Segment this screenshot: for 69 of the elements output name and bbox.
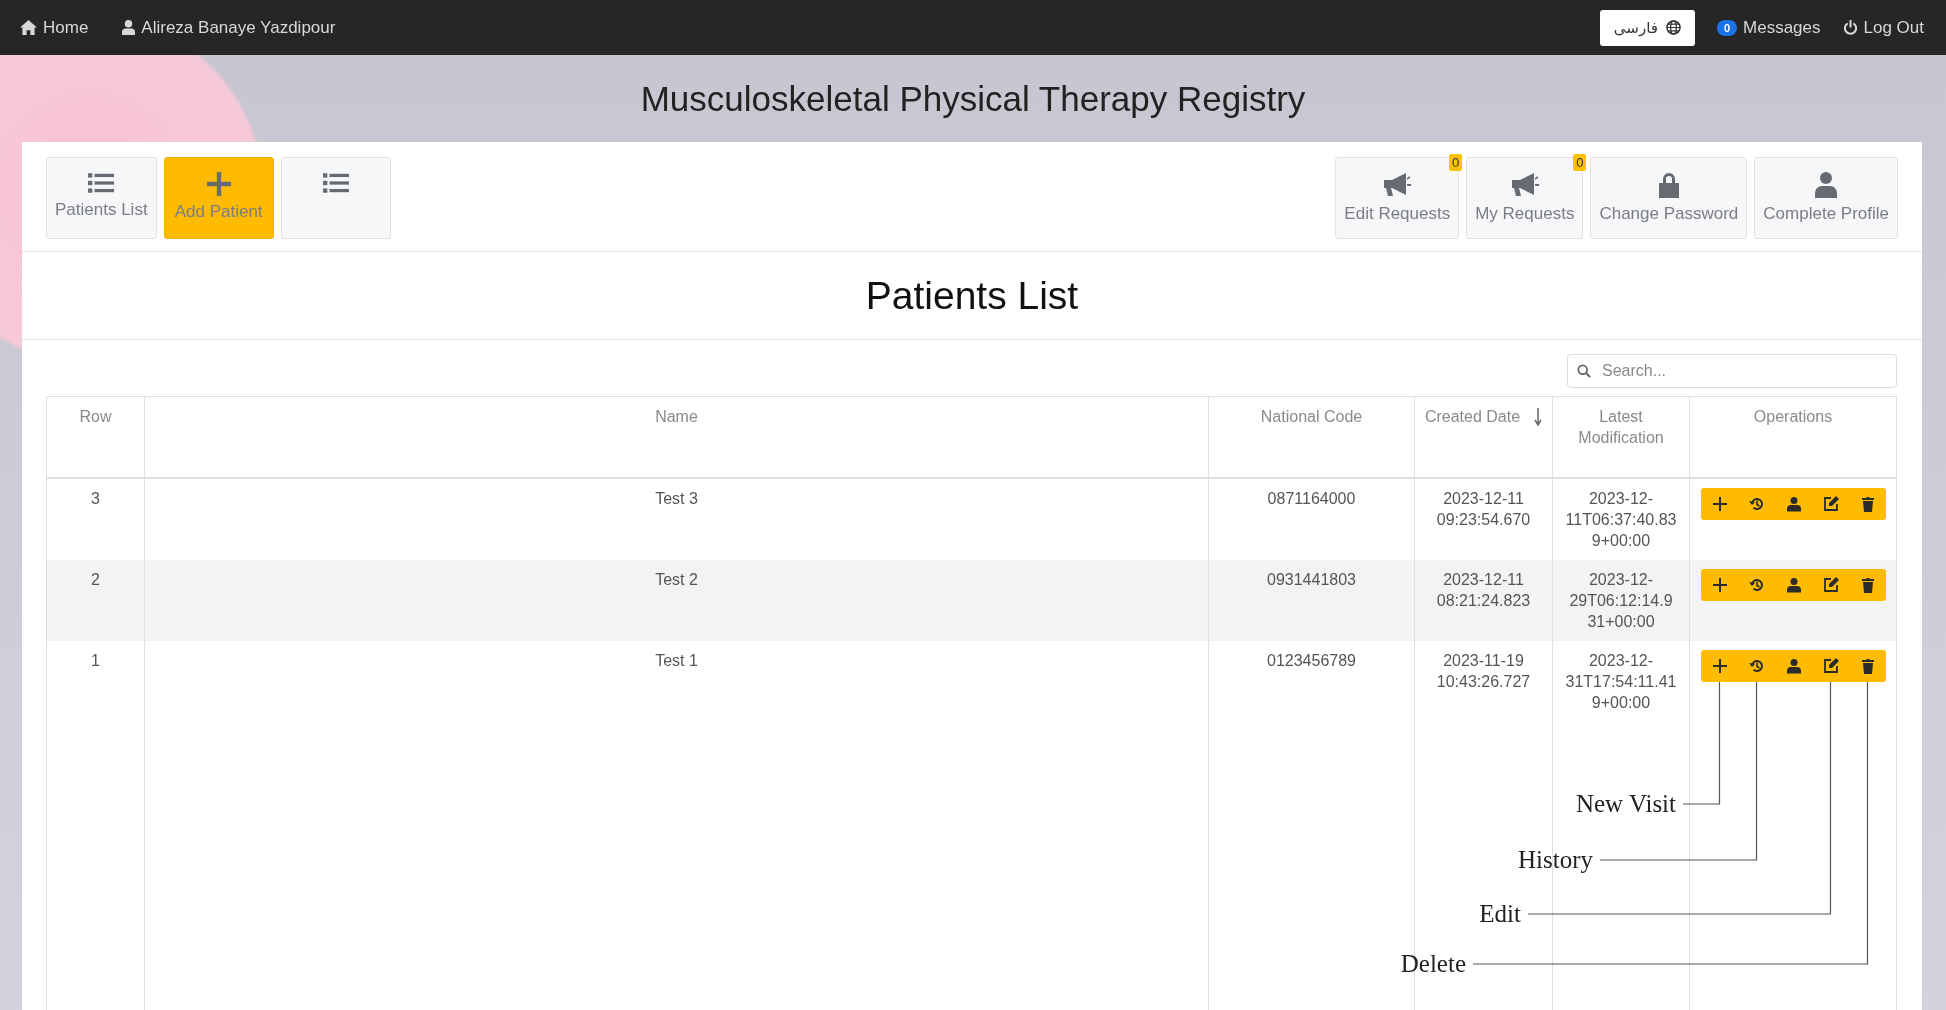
column-header: Name (655, 407, 698, 427)
page-title: Musculoskeletal Physical Therapy Registry (639, 77, 1307, 120)
edit-icon (1822, 657, 1839, 674)
sort-arrow-icon[interactable] (1534, 408, 1543, 426)
lock-icon (1657, 172, 1680, 198)
search-field[interactable]: Search... (1567, 354, 1897, 388)
user-icon (1785, 576, 1802, 593)
toolbar-button[interactable] (280, 157, 391, 239)
toolbar-button[interactable]: My Requests 0 (1466, 157, 1584, 239)
table-cell-text: 2023-11-19 10:43:26.727 (1435, 650, 1532, 692)
table-cell: 0931441803 (1267, 570, 1356, 588)
table-cell: Test 2 (655, 570, 698, 588)
plus-icon (1711, 576, 1728, 593)
table-cell: 0871164000 (1267, 489, 1356, 507)
toolbar-button[interactable]: Complete Profile (1754, 157, 1898, 239)
user-icon (1785, 657, 1802, 674)
trash-icon (1859, 657, 1876, 674)
edit-icon (1822, 576, 1839, 593)
home-icon (20, 20, 37, 35)
trash-icon (1859, 576, 1876, 593)
power-icon (1842, 20, 1858, 35)
table-cell: 1 (91, 651, 100, 669)
logout-link[interactable]: Log Out (1842, 17, 1924, 38)
table-cell-text: 2023-12-29T06:12:14.931+00:00 (1568, 569, 1674, 632)
history-icon (1748, 657, 1765, 674)
user-icon (122, 20, 136, 35)
table-cell-text: 2023-12-11T06:37:40.839+00:00 (1565, 488, 1677, 551)
message-count-badge: 0 (1716, 19, 1737, 36)
column-header: Created Date (1424, 407, 1521, 427)
user-icon (1815, 172, 1838, 198)
home-link[interactable]: Home (20, 17, 89, 38)
messages-link[interactable]: 0 Messages (1716, 17, 1821, 38)
toolbar-button[interactable]: Change Password (1590, 157, 1748, 239)
megaphone-icon (1509, 172, 1540, 198)
callout-label: Delete (1400, 948, 1466, 979)
history-icon (1748, 576, 1765, 593)
table-cell: 0123456789 (1267, 651, 1356, 669)
megaphone-icon (1382, 172, 1413, 198)
callout-label: History (1518, 844, 1593, 875)
plus-icon (206, 172, 231, 196)
table-cell: 3 (91, 489, 100, 507)
column-header: Row (79, 407, 112, 427)
callout-label: Edit (1479, 898, 1521, 929)
column-header: National Code (1260, 407, 1363, 427)
column-header: Latest Modification (1577, 407, 1665, 448)
trash-icon (1859, 495, 1876, 512)
toolbar-button[interactable]: Edit Requests 0 (1335, 157, 1460, 239)
history-icon (1748, 495, 1765, 512)
count-badge: 0 (1448, 154, 1463, 171)
table-cell: 2 (91, 570, 100, 588)
language-button[interactable]: فارسی (1599, 9, 1695, 46)
table-cell: Test 1 (655, 651, 698, 669)
plus-icon (1711, 495, 1728, 512)
list-icon (88, 172, 115, 194)
user-icon (1785, 495, 1802, 512)
toolbar-button[interactable]: Patients List (46, 157, 157, 239)
list-icon (322, 172, 349, 194)
table-cell-text: 2023-12-11 08:21:24.823 (1435, 569, 1532, 611)
table-cell: Test 3 (655, 489, 698, 507)
plus-icon (1711, 657, 1728, 674)
edit-icon (1822, 495, 1839, 512)
count-badge: 0 (1573, 154, 1587, 171)
table-cell-text: 2023-12-31T17:54:11.419+00:00 (1565, 650, 1677, 713)
user-link[interactable]: Alireza Banaye Yazdipour (122, 17, 336, 38)
column-header: Operations (1753, 407, 1833, 427)
globe-icon (1665, 20, 1681, 35)
table-cell-text: 2023-12-11 09:23:54.670 (1435, 488, 1532, 530)
callout-label: New Visit (1575, 788, 1676, 819)
section-heading: Patients List (22, 252, 1922, 340)
